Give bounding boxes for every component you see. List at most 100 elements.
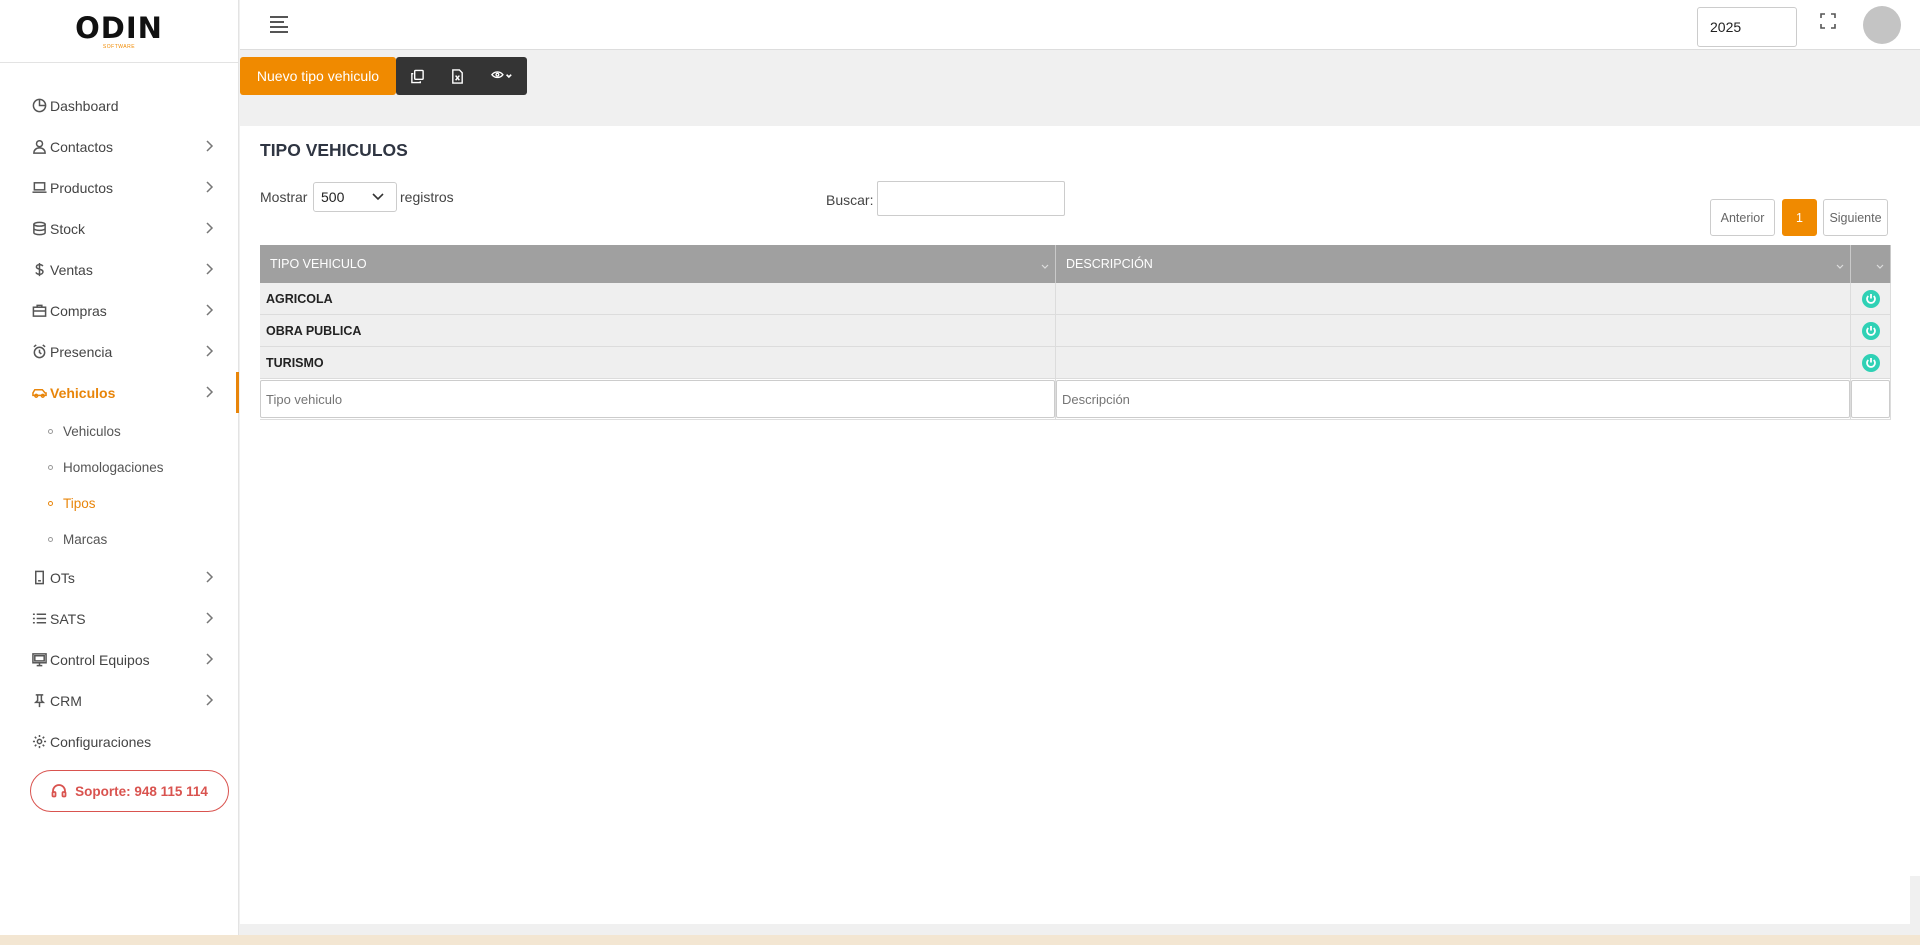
gear-icon [30,733,48,751]
filter-descripcion-input[interactable] [1056,380,1850,418]
cell-tipo: OBRA PUBLICA [260,315,1056,347]
clipboard-icon [30,569,48,587]
sidebar-item-ots[interactable]: OTs [0,557,239,598]
menu-toggle-icon[interactable] [270,16,288,36]
bullet-icon [48,536,53,542]
bullet-icon [48,500,53,506]
chevron-right-icon [204,611,214,628]
eye-icon [490,70,512,78]
sidebar-item-label: Compras [50,302,107,319]
table-row[interactable]: TURISMO [260,347,1891,379]
topbar [240,0,1920,50]
chart-pie-icon [30,97,48,115]
sidebar-item-presencia[interactable]: Presencia [0,331,239,372]
length-label: Mostrar [260,189,308,205]
filter-cell-tipo [260,379,1056,419]
copy-icon [410,69,424,83]
briefcase-icon [30,302,48,320]
chevron-right-icon [204,303,214,320]
car-icon [30,384,48,402]
pin-icon [30,692,48,710]
sidebar-item-label: Dashboard [50,97,119,114]
sidebar-item-label: Vehiculos [50,384,116,401]
bullet-icon [48,464,53,470]
sidebar-item-stock[interactable]: Stock [0,208,239,249]
column-header-actions[interactable] [1851,245,1891,283]
fullscreen-icon[interactable] [1820,13,1836,29]
sidebar-item-label: Stock [50,220,86,237]
filter-tipo-input[interactable] [260,380,1055,418]
excel-button[interactable] [438,57,476,95]
sidebar-item-control-equipos[interactable]: Control Equipos [0,639,239,680]
chevron-right-icon [204,652,214,669]
sidebar-item-label: Configuraciones [50,733,152,750]
filter-actions-input[interactable] [1851,380,1890,418]
pagination-page-1[interactable]: 1 [1782,199,1817,236]
sidebar-item-vehiculos[interactable]: Vehiculos [0,372,239,413]
dollar-icon [30,261,48,279]
subitem-tipos[interactable]: Tipos [0,485,239,521]
cell-actions [1851,347,1891,379]
column-visibility-button[interactable] [476,57,527,95]
search-input[interactable] [877,181,1065,216]
bottom-strip [0,935,1920,945]
page-title: TIPO VEHICULOS [260,140,408,160]
power-icon[interactable] [1861,321,1880,340]
year-input[interactable] [1697,7,1797,47]
sidebar-item-label: Productos [50,179,114,196]
pagination-next[interactable]: Siguiente [1823,199,1888,236]
subitem-vehiculos[interactable]: Vehiculos [0,413,239,449]
headset-icon [51,784,67,798]
sidebar-item-productos[interactable]: Productos [0,167,239,208]
sidebar-item-ventas[interactable]: Ventas [0,249,239,290]
column-header-tipo[interactable]: TIPO VEHICULO [260,245,1056,283]
sidebar-item-compras[interactable]: Compras [0,290,239,331]
sidebar-nav: Dashboard Contactos Productos Stock Vent… [0,85,239,762]
column-header-label: TIPO VEHICULO [270,257,367,271]
chevron-right-icon [204,262,214,279]
power-icon[interactable] [1861,289,1880,308]
subitem-marcas[interactable]: Marcas [0,521,239,557]
sort-icon [1836,259,1844,269]
column-header-descripcion[interactable]: DESCRIPCIÓN [1056,245,1851,283]
table-row[interactable]: AGRICOLA [260,283,1891,315]
subitem-homologaciones[interactable]: Homologaciones [0,449,239,485]
length-select[interactable]: 500 [313,182,397,212]
avatar[interactable] [1863,6,1901,44]
sidebar-item-contactos[interactable]: Contactos [0,126,239,167]
cell-tipo: TURISMO [260,347,1056,379]
logo[interactable]: ODIN SOFTWARE [0,0,238,63]
search-label: Buscar: [826,192,874,208]
sidebar-item-crm[interactable]: CRM [0,680,239,721]
length-select-value: 500 [321,189,345,205]
chevron-right-icon [204,344,214,361]
sidebar-item-label: Control Equipos [50,651,150,668]
sort-icon [1876,259,1884,269]
support-label: Soporte: 948 115 114 [75,783,208,799]
main-card: TIPO VEHICULOS Mostrar 500 registros Bus… [240,126,1910,924]
sidebar-item-sats[interactable]: SATS [0,598,239,639]
sidebar-item-label: Contactos [50,138,114,155]
support-button[interactable]: Soporte: 948 115 114 [30,770,229,812]
chevron-down-icon [372,193,384,201]
sidebar: ODIN SOFTWARE Dashboard Contactos Produc… [0,0,239,945]
table-filter-row [260,379,1891,419]
sidebar-item-configuraciones[interactable]: Configuraciones [0,721,239,762]
cell-actions [1851,315,1891,347]
copy-button[interactable] [396,57,438,95]
table-row[interactable]: OBRA PUBLICA [260,315,1891,347]
cell-actions [1851,283,1891,315]
pagination-previous[interactable]: Anterior [1710,199,1775,236]
bullet-icon [48,428,53,434]
new-vehicle-type-button[interactable]: Nuevo tipo vehiculo [240,57,396,95]
sort-icon [1041,259,1049,269]
power-icon[interactable] [1861,353,1880,372]
alarm-clock-icon [30,343,48,361]
chevron-right-icon [204,180,214,197]
sidebar-item-dashboard[interactable]: Dashboard [0,85,239,126]
user-icon [30,138,48,156]
right-edge [1910,126,1920,876]
subitem-label: Homologaciones [63,459,164,475]
logo-text: ODIN [75,10,163,45]
chevron-right-icon [204,385,214,402]
